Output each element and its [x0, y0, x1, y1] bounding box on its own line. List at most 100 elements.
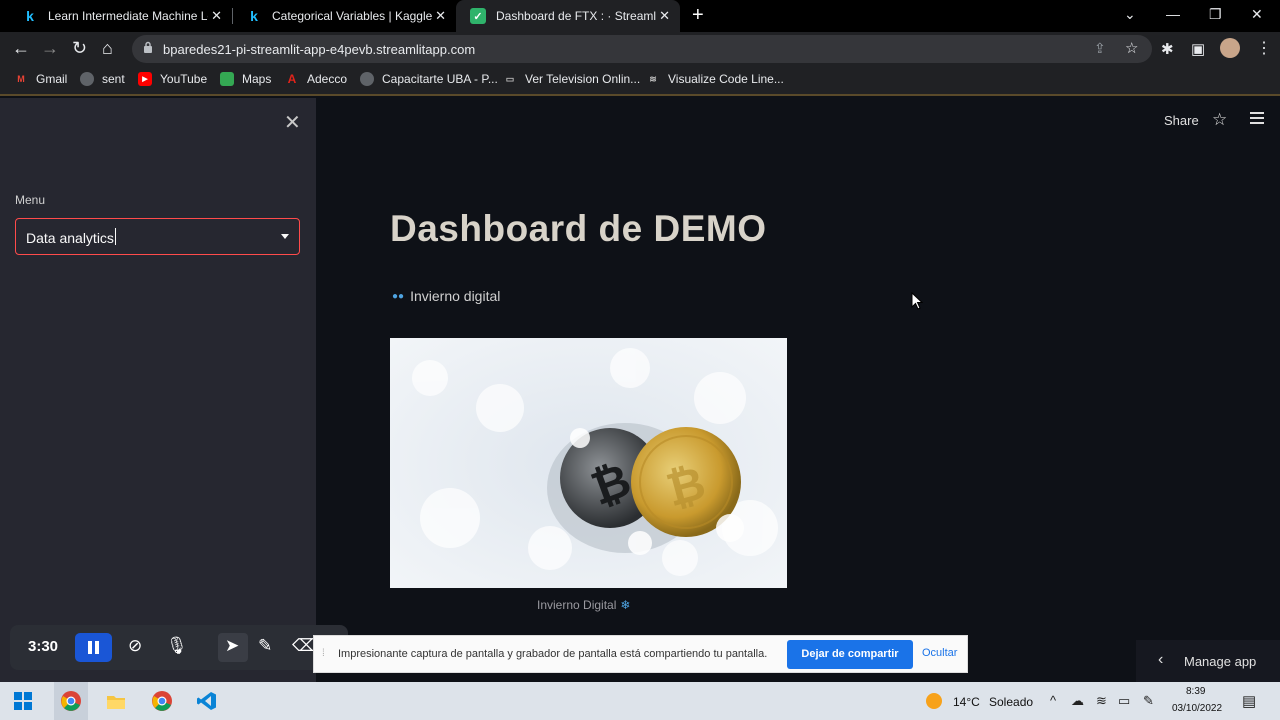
bookmark-gmail[interactable]: M Gmail: [14, 72, 67, 86]
pointer-icon[interactable]: ➤: [225, 636, 239, 656]
restore-icon[interactable]: ❐: [1209, 6, 1222, 23]
tab-categorical[interactable]: k Categorical Variables | Kaggle ✕: [232, 0, 456, 32]
text-cursor: [115, 228, 116, 245]
minimize-icon[interactable]: —: [1166, 6, 1180, 22]
windows-start-icon[interactable]: [12, 690, 34, 712]
subheader-text: Invierno digital: [410, 288, 501, 304]
close-tab-icon[interactable]: ✕: [211, 8, 222, 24]
adecco-icon: A: [287, 72, 297, 86]
onedrive-icon[interactable]: ☁: [1071, 693, 1084, 709]
bookmark-tv[interactable]: ▭ Ver Television Onlin...: [503, 72, 640, 86]
home-icon[interactable]: ⌂: [102, 38, 113, 59]
browser-toolbar: ← → ↻ ⌂ bparedes21-pi-streamlit-app-e4pe…: [0, 32, 1280, 66]
file-explorer-icon[interactable]: [105, 690, 127, 712]
pen-tray-icon[interactable]: ✎: [1143, 693, 1154, 709]
recorder-toolbar: 3:30 ⊘ 🎙 ➤ ✎ ⌫: [10, 625, 348, 670]
url-text: bparedes21-pi-streamlit-app-e4pevb.strea…: [163, 42, 476, 57]
bookmarks-bar: M Gmail sent ▶ YouTube Maps A Adecco Cap…: [0, 66, 1280, 96]
tray-expand-icon[interactable]: ^: [1050, 693, 1056, 708]
bookmark-label: Visualize Code Line...: [668, 72, 784, 86]
manage-app-label: Manage app: [1184, 654, 1257, 669]
manage-app-button[interactable]: ‹ Manage app: [1136, 640, 1280, 682]
bookmark-label: sent: [102, 72, 125, 86]
code-icon: ≋: [649, 73, 657, 84]
close-tab-icon[interactable]: ✕: [659, 8, 670, 24]
bookmark-youtube[interactable]: ▶ YouTube: [138, 72, 207, 86]
weather-condition[interactable]: Soleado: [989, 695, 1033, 709]
chrome-icon[interactable]: [60, 690, 82, 712]
globe-icon: [360, 72, 374, 86]
tab-title: Dashboard de FTX : · Streamlit: [496, 9, 656, 23]
window-close-icon[interactable]: ✕: [1251, 6, 1263, 23]
tab-title: Categorical Variables | Kaggle: [272, 9, 432, 23]
address-bar[interactable]: bparedes21-pi-streamlit-app-e4pevb.strea…: [132, 35, 1152, 63]
avatar[interactable]: [1220, 38, 1240, 58]
eyes-icon: ●●: [392, 290, 405, 302]
image-caption: Invierno Digital ❄: [537, 598, 630, 612]
chrome-icon[interactable]: [151, 690, 173, 712]
vscode-icon[interactable]: [196, 690, 218, 712]
bookmark-star-icon[interactable]: ☆: [1125, 39, 1138, 57]
browser-tab-strip: k Learn Intermediate Machine Lear ✕ k Ca…: [0, 0, 1280, 32]
microphone-icon[interactable]: 🎙: [166, 636, 188, 656]
menu-select-value: Data analytics: [26, 230, 114, 246]
close-sidebar-icon[interactable]: ✕: [284, 110, 301, 135]
pen-icon[interactable]: ✎: [258, 636, 272, 656]
close-tab-icon[interactable]: ✕: [435, 8, 446, 24]
notifications-icon[interactable]: ▤: [1242, 692, 1256, 710]
back-icon[interactable]: ←: [12, 38, 30, 59]
bookmark-label: Maps: [242, 72, 272, 86]
forward-icon[interactable]: →: [41, 38, 59, 59]
battery-icon[interactable]: ▭: [1118, 693, 1130, 709]
clock-date[interactable]: 03/10/2022: [1172, 703, 1222, 714]
snowflake-icon: ❄: [620, 598, 631, 612]
tab-learn-ml[interactable]: k Learn Intermediate Machine Lear ✕: [8, 0, 232, 32]
check-icon: ✓: [470, 8, 486, 24]
star-icon[interactable]: ☆: [1212, 110, 1227, 130]
tab-search-icon[interactable]: ⌄: [1124, 6, 1136, 23]
side-panel-icon[interactable]: ▣: [1191, 40, 1205, 58]
pause-button[interactable]: [75, 633, 112, 662]
tab-dashboard[interactable]: ✓ Dashboard de FTX : · Streamlit ✕: [456, 0, 680, 32]
maps-icon: [220, 72, 234, 86]
bookmark-visualize[interactable]: ≋ Visualize Code Line...: [646, 72, 784, 86]
camera-off-icon[interactable]: ⊘: [128, 636, 142, 656]
notice-text: Impresionante captura de pantalla y grab…: [338, 648, 768, 660]
bookmark-label: YouTube: [160, 72, 208, 86]
globe-icon: [80, 72, 94, 86]
chevron-down-icon: [281, 234, 289, 239]
sidebar: ✕ Menu Data analytics: [0, 98, 316, 682]
weather-temperature[interactable]: 14°C: [953, 695, 980, 709]
drag-handle-icon[interactable]: ⁞: [322, 648, 325, 659]
bookmark-maps[interactable]: Maps: [220, 72, 271, 86]
main-content: Share ☆ Dashboard de DEMO ●● Invierno di…: [316, 98, 1280, 682]
menu-label: Menu: [15, 193, 46, 207]
extensions-icon[interactable]: ✱: [1161, 40, 1174, 58]
share-page-icon[interactable]: ⇪: [1094, 40, 1106, 57]
stop-sharing-button[interactable]: Dejar de compartir: [787, 640, 913, 669]
page-title: Dashboard de DEMO: [390, 208, 767, 249]
bookmark-adecco[interactable]: A Adecco: [285, 72, 347, 86]
bookmark-sent[interactable]: sent: [80, 72, 125, 86]
share-button[interactable]: Share: [1164, 113, 1199, 128]
bookmark-capacitarte[interactable]: Capacitarte UBA - P...: [360, 72, 498, 86]
bookmark-label: Gmail: [36, 72, 68, 86]
youtube-icon: ▶: [138, 72, 152, 86]
new-tab-icon[interactable]: +: [692, 4, 704, 27]
kaggle-icon: k: [26, 8, 34, 24]
bookmark-label: Capacitarte UBA - P...: [382, 72, 498, 86]
clock-time[interactable]: 8:39: [1186, 686, 1205, 697]
menu-select[interactable]: Data analytics: [15, 218, 300, 255]
kaggle-icon: k: [250, 8, 258, 24]
mouse-cursor-icon: [911, 292, 923, 310]
gmail-icon: M: [17, 74, 25, 84]
subheader: ●● Invierno digital: [392, 288, 500, 304]
recording-timer: 3:30: [28, 638, 59, 655]
more-menu-icon[interactable]: ⋮: [1256, 38, 1272, 58]
hamburger-menu-icon[interactable]: [1250, 112, 1264, 124]
tab-title: Learn Intermediate Machine Lear: [48, 9, 208, 23]
reload-icon[interactable]: ↻: [72, 38, 87, 59]
lock-icon: [144, 41, 152, 53]
wifi-icon[interactable]: ≋: [1096, 693, 1107, 709]
hide-button[interactable]: Ocultar: [922, 647, 957, 659]
